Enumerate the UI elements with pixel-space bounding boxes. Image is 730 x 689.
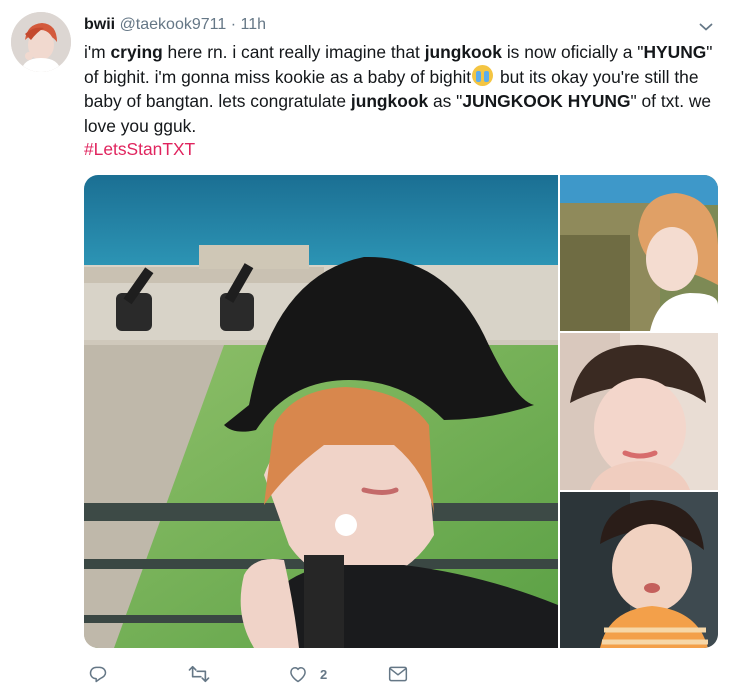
crying-emoji-icon — [472, 64, 494, 86]
text-bold: jungkook — [424, 42, 502, 62]
media-grid — [84, 175, 718, 648]
text-bold: JUNGKOOK HYUNG — [462, 91, 631, 111]
text-segment: is now oficially a " — [501, 42, 644, 62]
envelope-icon — [388, 666, 408, 682]
tweet-time[interactable]: 11h — [240, 16, 266, 33]
hashtag-link[interactable]: #LetsStanTXT — [84, 139, 195, 160]
tweet-text: i'm crying here rn. i cant really imagin… — [84, 40, 720, 138]
reply-icon — [89, 666, 107, 683]
separator-dot: · — [230, 16, 237, 33]
direct-message-button[interactable] — [388, 662, 408, 686]
tweet-header: bwii @taekook9711 · 11h — [84, 15, 266, 35]
retweet-icon — [188, 665, 210, 683]
user-avatar[interactable] — [11, 12, 71, 72]
user-handle[interactable]: @taekook9711 — [120, 16, 227, 33]
text-segment: as " — [428, 91, 463, 111]
text-bold: HYUNG — [643, 42, 707, 62]
tweet-actions: 2 — [84, 662, 484, 686]
photo-portrait-chin-on-hand[interactable] — [560, 333, 718, 490]
heart-icon — [290, 667, 306, 683]
reply-button[interactable] — [88, 662, 108, 686]
photo-portrait-orange-hair[interactable] — [560, 175, 718, 331]
text-segment: i'm — [84, 42, 111, 62]
text-bold: crying — [110, 42, 163, 62]
chevron-down-icon[interactable] — [698, 19, 714, 35]
user-name[interactable]: bwii — [84, 16, 115, 33]
text-segment: here rn. i cant really imagine that — [162, 42, 425, 62]
photo-selfie[interactable] — [84, 175, 558, 648]
tweet: bwii @taekook9711 · 11h i'm crying here … — [0, 0, 730, 689]
like-button[interactable]: 2 — [288, 662, 327, 686]
like-count: 2 — [320, 666, 328, 682]
retweet-button[interactable] — [188, 662, 210, 686]
text-bold: jungkook — [350, 91, 429, 111]
photo-portrait-orange-stripe-shirt[interactable] — [560, 492, 718, 648]
